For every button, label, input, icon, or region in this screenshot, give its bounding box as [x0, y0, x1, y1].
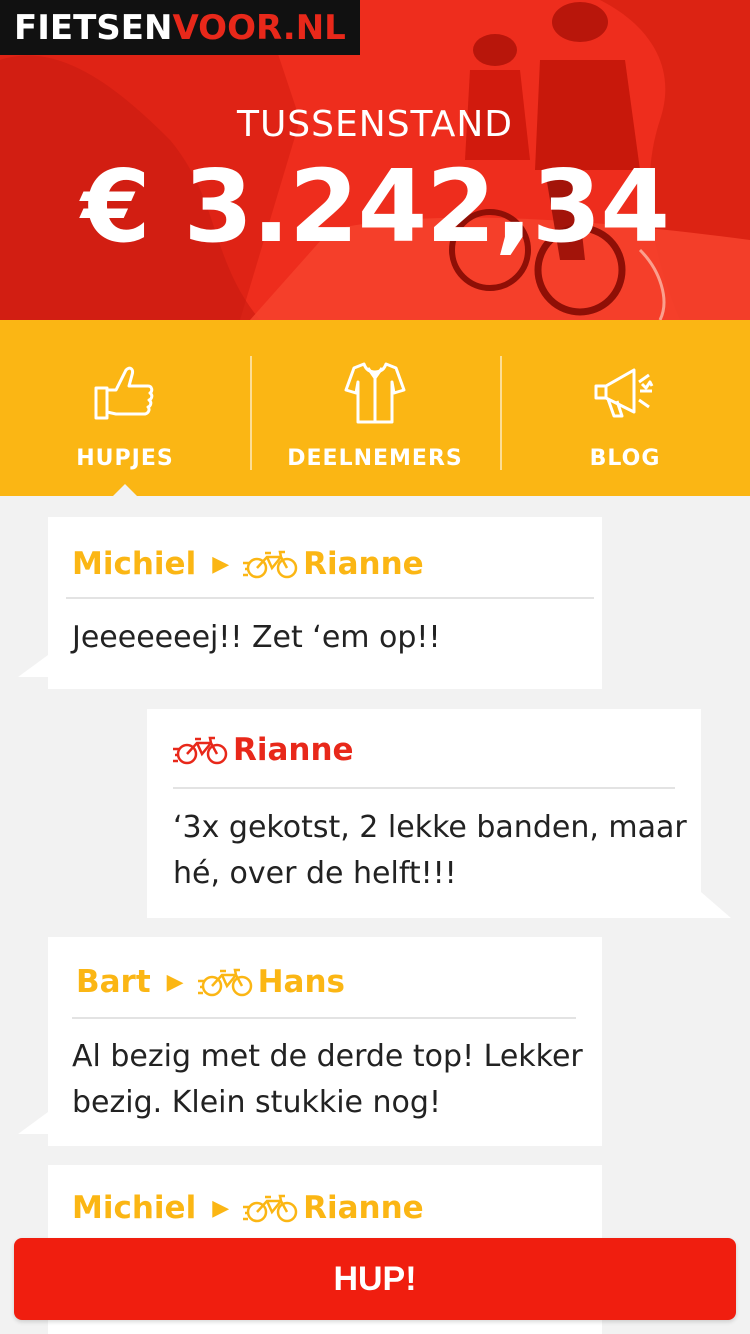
tab-label-hupjes: HUPJES: [76, 446, 174, 471]
speech-tail: [701, 892, 731, 918]
tab-hupjes[interactable]: HUPJES: [0, 320, 250, 497]
tab-deelnemers[interactable]: DEELNEMERS: [250, 320, 500, 496]
sender-name: Michiel: [72, 1190, 197, 1226]
logo-text-part2: VOOR.NL: [172, 7, 346, 48]
message-text: ‘3x gekotst, 2 lekke banden, maar hé, ov…: [173, 810, 687, 891]
megaphone-icon: [594, 368, 654, 418]
bicycle-icon: [197, 968, 252, 997]
message-header: Bart ▶ Hans: [76, 964, 345, 1000]
sender-name: Michiel: [72, 546, 197, 582]
message-card: Bart ▶ Hans Al bezig met de derde top! L…: [18, 937, 602, 1146]
message-text: Al bezig met de derde top! Lekker bezig.…: [72, 1039, 583, 1120]
message-text: Jeeeeeeej!! Zet ‘em op!!: [72, 620, 441, 655]
hup-button[interactable]: HUP!: [14, 1238, 736, 1320]
recipient-name: Rianne: [233, 732, 354, 768]
message-divider: [173, 787, 675, 789]
message-card: Michiel ▶ Rianne Jeeeeeeej!! Zet ‘em op!…: [18, 517, 602, 689]
arrow-icon: ▶: [166, 969, 184, 995]
speech-tail: [18, 655, 48, 677]
total-label: TUSSENSTAND: [236, 104, 514, 145]
arrow-icon: ▶: [212, 1195, 230, 1221]
message-card: Rianne ‘3x gekotst, 2 lekke banden, maar…: [147, 709, 731, 918]
thumbs-up-icon: [94, 366, 154, 420]
message-header: Michiel ▶ Rianne: [72, 1190, 424, 1226]
speech-tail: [18, 1112, 48, 1134]
logo-text-part1: FIETSEN: [14, 7, 173, 48]
recipient-name: Hans: [257, 964, 345, 1000]
tab-label-deelnemers: DEELNEMERS: [287, 446, 463, 471]
tab-blog[interactable]: BLOG: [500, 320, 750, 496]
message-header: Michiel ▶ Rianne: [72, 546, 424, 582]
bicycle-icon: [173, 736, 228, 765]
tab-bar: HUPJES DEELNEMERS BLOG: [0, 320, 750, 497]
message-feed[interactable]: Michiel ▶ Rianne Jeeeeeeej!! Zet ‘em op!…: [0, 496, 750, 1334]
message-header: Rianne: [173, 732, 354, 768]
recipient-name: Rianne: [303, 546, 424, 582]
bicycle-icon: [243, 550, 298, 579]
message-divider: [66, 597, 594, 599]
arrow-icon: ▶: [212, 551, 230, 577]
total-amount: € 3.242,34: [81, 148, 670, 265]
recipient-name: Rianne: [303, 1190, 424, 1226]
jersey-icon: [344, 362, 406, 424]
tab-label-blog: BLOG: [589, 446, 661, 471]
message-divider: [72, 1017, 576, 1019]
bicycle-icon: [243, 1194, 298, 1223]
site-logo[interactable]: FIETSEN VOOR.NL: [0, 0, 360, 55]
sender-name: Bart: [76, 964, 151, 1000]
hero-banner: FIETSEN VOOR.NL TUSSENSTAND € 3.242,34: [0, 0, 750, 320]
